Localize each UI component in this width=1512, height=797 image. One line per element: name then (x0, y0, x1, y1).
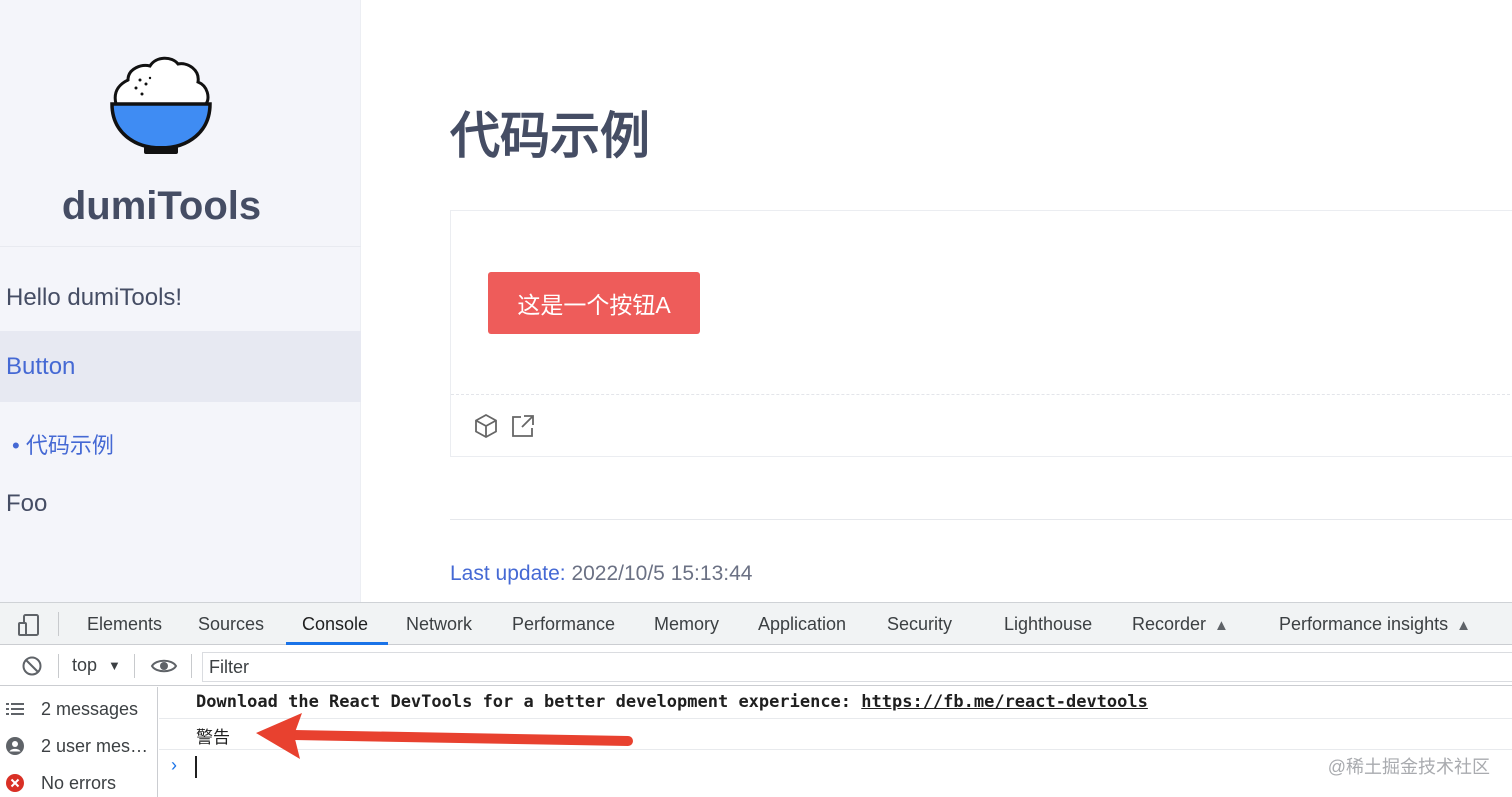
sidebar-item-hello[interactable]: Hello dumiTools! (6, 284, 182, 312)
sidebar-item-label: 2 messages (41, 699, 139, 719)
user-icon (6, 737, 24, 755)
demo-button-a[interactable]: 这是一个按钮A (488, 272, 700, 334)
toolbar-separator (58, 654, 59, 678)
tab-sources[interactable]: Sources (198, 614, 264, 635)
list-icon (6, 703, 24, 715)
sidebar-item-user-messages[interactable]: 2 user mes… (0, 728, 158, 764)
sidebar-item-label: No errors (41, 773, 117, 793)
tab-console[interactable]: Console (302, 614, 368, 635)
page-title: 代码示例 (450, 108, 650, 164)
devtools-panel: Elements Sources Console Network Perform… (0, 602, 1512, 797)
device-toolbar-icon[interactable] (18, 613, 40, 637)
brand-title[interactable]: dumiTools (0, 184, 323, 229)
tab-security[interactable]: Security (887, 614, 952, 635)
watermark: @稀土掘金技术社区 (1327, 757, 1490, 777)
tab-application[interactable]: Application (758, 614, 846, 635)
tab-lighthouse[interactable]: Lighthouse (1004, 614, 1092, 635)
sidebar-item-button[interactable]: Button (6, 353, 75, 381)
clear-console-icon[interactable] (21, 655, 43, 677)
experimental-flask-icon: ▲ (1214, 617, 1229, 634)
console-input-cursor[interactable] (195, 756, 197, 778)
sidebar-item-errors[interactable]: No errors (0, 765, 158, 797)
toolbar-separator (134, 654, 135, 678)
tab-elements[interactable]: Elements (87, 614, 162, 635)
sidebar-subitem-code-example[interactable]: • 代码示例 (12, 428, 114, 460)
toolbar-separator (191, 654, 192, 678)
chevron-down-icon[interactable]: ▼ (108, 658, 121, 673)
console-sidebar: 2 messages 2 user mes… No errors (0, 687, 158, 797)
experimental-flask-icon: ▲ (1456, 617, 1471, 634)
codesandbox-icon[interactable] (473, 413, 499, 439)
open-external-icon[interactable] (510, 413, 536, 439)
tab-performance-insights[interactable]: Performance insights ▲ (1279, 614, 1471, 635)
console-filter-input[interactable] (202, 652, 1512, 682)
content-divider (450, 519, 1512, 520)
sidebar-item-messages[interactable]: 2 messages (0, 691, 158, 727)
annotation-arrow-icon (256, 713, 633, 759)
devtools-tab-bar: Elements Sources Console Network Perform… (0, 603, 1512, 645)
demo-divider (451, 394, 1512, 395)
demo-preview-box: 这是一个按钮A (450, 210, 1512, 457)
sidebar-divider (0, 246, 361, 247)
console-toolbar: top ▼ (0, 646, 1512, 686)
last-update-value: 2022/10/5 15:13:44 (571, 562, 753, 585)
react-devtools-link[interactable]: https://fb.me/react-devtools (861, 692, 1148, 712)
last-update-label: Last update: (450, 562, 566, 585)
tab-memory[interactable]: Memory (654, 614, 719, 635)
tab-performance-insights-label: Performance insights (1279, 614, 1449, 634)
last-update: Last update: 2022/10/5 15:13:44 (450, 562, 752, 586)
sidebar-item-foo[interactable]: Foo (6, 490, 47, 518)
console-prompt-chevron-icon: › (171, 755, 177, 775)
active-tab-indicator (286, 642, 388, 645)
tab-performance[interactable]: Performance (512, 614, 615, 635)
tab-recorder[interactable]: Recorder ▲ (1132, 614, 1229, 635)
sidebar-item-label: 2 user mes… (41, 736, 149, 756)
tab-recorder-label: Recorder (1132, 614, 1207, 634)
tab-network[interactable]: Network (406, 614, 472, 635)
toolbar-separator (58, 612, 59, 636)
page: dumiTools Hello dumiTools! Button • 代码示例… (0, 0, 1512, 797)
error-icon (6, 774, 24, 792)
doc-sidebar: dumiTools Hello dumiTools! Button • 代码示例… (0, 0, 361, 602)
rice-bowl-logo-icon[interactable] (106, 52, 216, 158)
live-expression-eye-icon[interactable] (150, 655, 178, 677)
context-selector[interactable]: top (72, 655, 97, 676)
